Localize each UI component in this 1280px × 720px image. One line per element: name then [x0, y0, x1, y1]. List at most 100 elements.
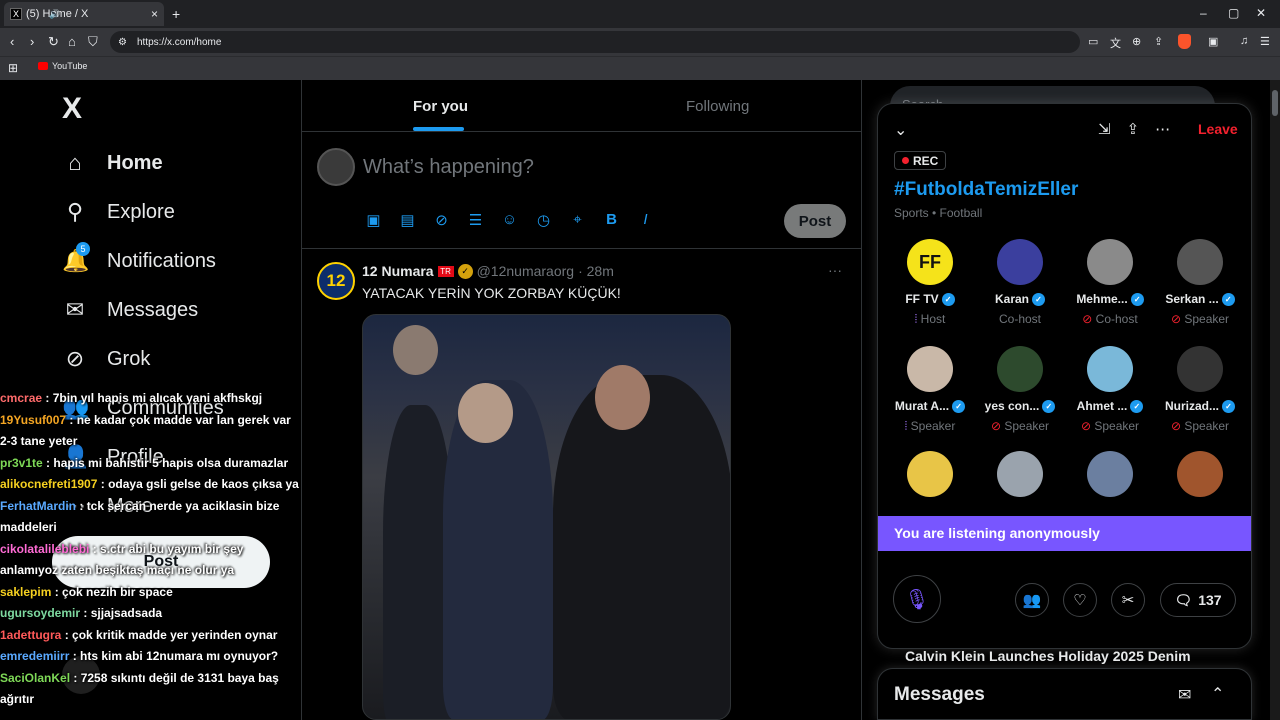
- compose-input[interactable]: What’s happening?: [363, 156, 534, 179]
- media-icon[interactable]: ♫: [1240, 35, 1248, 47]
- chat-text: : 7bin yıl hapis mi alıcak yani akfhskgj: [45, 391, 263, 405]
- speaker-tile[interactable]: [975, 451, 1065, 497]
- verified-badge-icon: ✓: [1130, 399, 1144, 413]
- more-icon[interactable]: ⋯: [1155, 120, 1170, 138]
- speaker-tile[interactable]: Ahmet ... ✓ ⊘ Speaker: [1065, 346, 1155, 433]
- bookmark-icon[interactable]: ⛉: [88, 34, 98, 50]
- mic-icon[interactable]: 🎙: [893, 575, 941, 623]
- x-logo[interactable]: X: [62, 92, 82, 126]
- sidebar-item-home[interactable]: ⌂ Home: [62, 150, 163, 176]
- space-title[interactable]: #FutboldaTemizEller: [894, 179, 1078, 201]
- tweet-avatar[interactable]: 12: [317, 262, 355, 300]
- chat-username: pr3v1te: [0, 455, 43, 470]
- tweet-handle[interactable]: @12numaraorg: [477, 263, 575, 279]
- speaker-tile[interactable]: FF FF TV ✓ ⦙ Host: [885, 239, 975, 327]
- speaker-avatar: [907, 346, 953, 392]
- chat-username: 19Yusuf007: [0, 412, 67, 427]
- back-button[interactable]: ‹: [10, 34, 14, 49]
- chat-message: ugursoydemir : sjjajsadsada: [0, 603, 300, 625]
- speaker-tile[interactable]: [1155, 451, 1245, 497]
- forward-button[interactable]: ›: [30, 34, 34, 49]
- sidebar-item-grok[interactable]: ⊘ Grok: [62, 346, 151, 372]
- schedule-icon[interactable]: ◷: [534, 211, 553, 229]
- speaker-role: Speaker: [1184, 312, 1230, 326]
- close-window-button[interactable]: ✕: [1256, 6, 1266, 20]
- bold-icon[interactable]: B: [602, 211, 621, 229]
- chevron-down-icon[interactable]: ⌄: [894, 120, 907, 140]
- grok-icon[interactable]: ⊘: [432, 211, 451, 229]
- cast-icon[interactable]: ▭: [1088, 35, 1098, 48]
- zoom-icon[interactable]: ⊕: [1132, 35, 1141, 48]
- share-icon[interactable]: ⇪: [1154, 35, 1163, 48]
- share-icon[interactable]: ⇪: [1127, 120, 1140, 138]
- home-button[interactable]: ⌂: [68, 34, 76, 49]
- scrollbar-thumb[interactable]: [1272, 90, 1278, 116]
- tweet-header: 12 Numara TR ✓ @12numaraorg · 28m: [362, 263, 614, 279]
- trend-item[interactable]: Calvin Klein Launches Holiday 2025 Denim: [905, 648, 1191, 664]
- avatar[interactable]: [317, 148, 355, 186]
- speaker-tile[interactable]: [1065, 451, 1155, 497]
- sidebar-icon[interactable]: ▣: [1208, 35, 1218, 48]
- clip-icon[interactable]: ✂: [1111, 583, 1145, 617]
- brave-shield-icon[interactable]: [1178, 34, 1191, 49]
- apps-grid-icon[interactable]: ⊞: [8, 61, 18, 75]
- menu-icon[interactable]: ☰: [1260, 35, 1270, 48]
- page-scrollbar[interactable]: [1270, 80, 1280, 720]
- sidebar-item-label: Home: [107, 151, 163, 174]
- address-bar[interactable]: ⚙ https://x.com/home: [110, 31, 1080, 53]
- reload-button[interactable]: ↻: [48, 34, 59, 50]
- chat-username: SaciOlanKel: [0, 670, 71, 685]
- location-icon[interactable]: ⌖: [568, 211, 587, 229]
- speaker-icon[interactable]: 🔊: [10, 9, 100, 20]
- maximize-button[interactable]: ▢: [1228, 6, 1239, 20]
- chat-message: saklepim : çok nezih bir space: [0, 582, 300, 604]
- speaker-tile[interactable]: Murat A... ✓ ⦙ Speaker: [885, 346, 975, 434]
- gif-icon[interactable]: ▤: [398, 211, 417, 229]
- speaker-tile[interactable]: Karan ✓ Co-host: [975, 239, 1065, 326]
- media-icon[interactable]: ▣: [364, 211, 383, 229]
- translate-icon[interactable]: 文: [1110, 35, 1121, 51]
- tweet-photo[interactable]: [362, 314, 731, 720]
- tweet-author-name[interactable]: 12 Numara: [362, 263, 434, 279]
- react-icon[interactable]: ♡: [1063, 583, 1097, 617]
- chat-username: ugursoydemir: [0, 606, 81, 620]
- comments-button[interactable]: 🗨 137: [1160, 583, 1236, 617]
- bookmark-youtube[interactable]: YouTube: [38, 61, 87, 71]
- browser-tab[interactable]: X 🔊 (5) Home / X ×: [4, 2, 164, 26]
- speaker-tile[interactable]: yes con... ✓ ⊘ Speaker: [975, 346, 1065, 433]
- emoji-icon[interactable]: ☺: [500, 211, 519, 229]
- leave-button[interactable]: Leave: [1198, 121, 1238, 137]
- people-icon[interactable]: 👥: [1015, 583, 1049, 617]
- poll-icon[interactable]: ☰: [466, 211, 485, 229]
- tab-for-you[interactable]: For you: [413, 98, 468, 115]
- dock-icon[interactable]: ⇲: [1098, 120, 1111, 138]
- chat-username: 1adettugra: [0, 627, 62, 642]
- sidebar-item-label: Messages: [107, 298, 199, 321]
- tab-close-icon[interactable]: ×: [151, 7, 158, 21]
- tab-following[interactable]: Following: [686, 98, 749, 115]
- speaker-tile[interactable]: [885, 451, 975, 497]
- new-message-icon[interactable]: ✉: [1178, 685, 1191, 705]
- italic-icon[interactable]: I: [636, 211, 655, 229]
- sidebar-item-explore[interactable]: ⚲ Explore: [62, 199, 175, 225]
- tweet-time[interactable]: · 28m: [578, 263, 614, 279]
- new-tab-button[interactable]: +: [172, 6, 180, 22]
- site-settings-icon[interactable]: ⚙: [118, 37, 127, 48]
- browser-chrome: X 🔊 (5) Home / X × + – ▢ ✕ ‹ › ↻ ⌂ ⛉ ⚙ h…: [0, 0, 1280, 80]
- speaker-name-row: FF TV ✓: [885, 292, 975, 306]
- sidebar-item-messages[interactable]: ✉ Messages: [62, 297, 198, 323]
- speaker-tile[interactable]: Nurizad... ✓ ⊘ Speaker: [1155, 346, 1245, 433]
- expand-icon[interactable]: ⌃: [1211, 684, 1224, 704]
- verified-badge-icon: ✓: [457, 263, 473, 279]
- compose-post-button[interactable]: Post: [784, 204, 846, 238]
- speaker-tile[interactable]: Mehme... ✓ ⊘ Co-host: [1065, 239, 1155, 326]
- listening-banner: You are listening anonymously: [878, 516, 1251, 551]
- rec-label: REC: [913, 153, 939, 168]
- speaker-tile[interactable]: Serkan ... ✓ ⊘ Speaker: [1155, 239, 1245, 326]
- grok-icon: ⊘: [65, 346, 85, 371]
- verified-badge-icon: ✓: [1221, 292, 1235, 306]
- sidebar-item-label: Grok: [107, 347, 151, 370]
- messages-drawer[interactable]: Messages ✉ ⌃: [877, 668, 1252, 720]
- minimize-button[interactable]: –: [1200, 6, 1207, 20]
- tweet-more-icon[interactable]: ···: [828, 262, 842, 278]
